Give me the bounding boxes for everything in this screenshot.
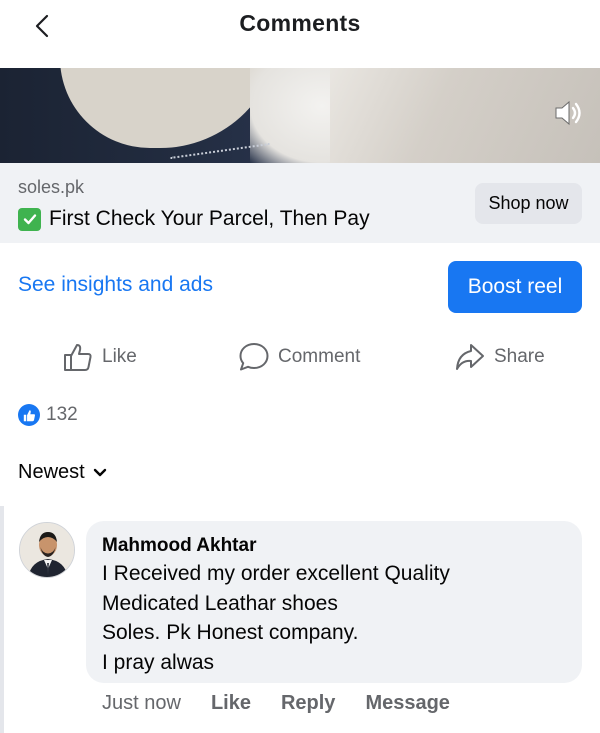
avatar[interactable]	[19, 522, 75, 578]
comment-actions: Just now Like Reply Message	[102, 692, 450, 715]
comment-reply-button[interactable]: Reply	[281, 692, 335, 715]
comment-text-line: Medicated Leathar shoes	[102, 591, 338, 615]
header-bar: Comments	[0, 0, 600, 68]
share-label: Share	[494, 346, 545, 367]
comment-button[interactable]: Comment	[238, 342, 360, 372]
boost-reel-button[interactable]: Boost reel	[448, 261, 582, 313]
ad-domain: soles.pk	[18, 177, 85, 197]
comment-label: Comment	[278, 346, 361, 367]
like-reaction-icon	[18, 404, 40, 426]
speaker-icon	[555, 100, 581, 126]
comment-text-line: Soles. Pk Honest company.	[102, 621, 359, 644]
comment-thread-line	[0, 506, 4, 733]
see-insights-link[interactable]: See insights and ads	[18, 273, 213, 297]
comment-bubble-icon	[239, 343, 269, 371]
comment-sort-dropdown[interactable]: Newest	[18, 461, 107, 484]
comment-timestamp: Just now	[102, 692, 181, 714]
ad-headline-text: First Check Your Parcel, Then Pay	[49, 207, 370, 230]
reel-media[interactable]	[0, 68, 600, 163]
comment-bubble: Mahmood Akhtar I Received my order excel…	[86, 521, 582, 683]
comment-message-button[interactable]: Message	[365, 692, 450, 715]
like-label: Like	[102, 346, 137, 367]
share-button[interactable]: Share	[454, 342, 545, 372]
shop-now-button[interactable]: Shop now	[475, 183, 582, 224]
comment-text-line: I Received my order excellent Quality	[102, 562, 450, 585]
share-arrow-icon	[456, 344, 484, 370]
thumbs-up-icon	[64, 344, 92, 371]
comment-author[interactable]: Mahmood Akhtar	[102, 533, 566, 559]
like-button[interactable]: Like	[62, 342, 137, 372]
check-mark-icon	[18, 207, 41, 231]
sound-toggle-button[interactable]	[552, 96, 586, 130]
ad-headline: First Check Your Parcel, Then Pay	[18, 207, 370, 231]
comment-like-button[interactable]: Like	[211, 692, 251, 715]
reaction-summary[interactable]: 132	[18, 404, 78, 426]
comment-text-line: I pray alwas	[102, 650, 215, 674]
chevron-down-icon	[93, 468, 106, 476]
post-actions: Like Comment Share	[0, 336, 600, 382]
sort-label: Newest	[18, 461, 85, 483]
reaction-count: 132	[46, 404, 78, 425]
page-title: Comments	[239, 10, 361, 36]
